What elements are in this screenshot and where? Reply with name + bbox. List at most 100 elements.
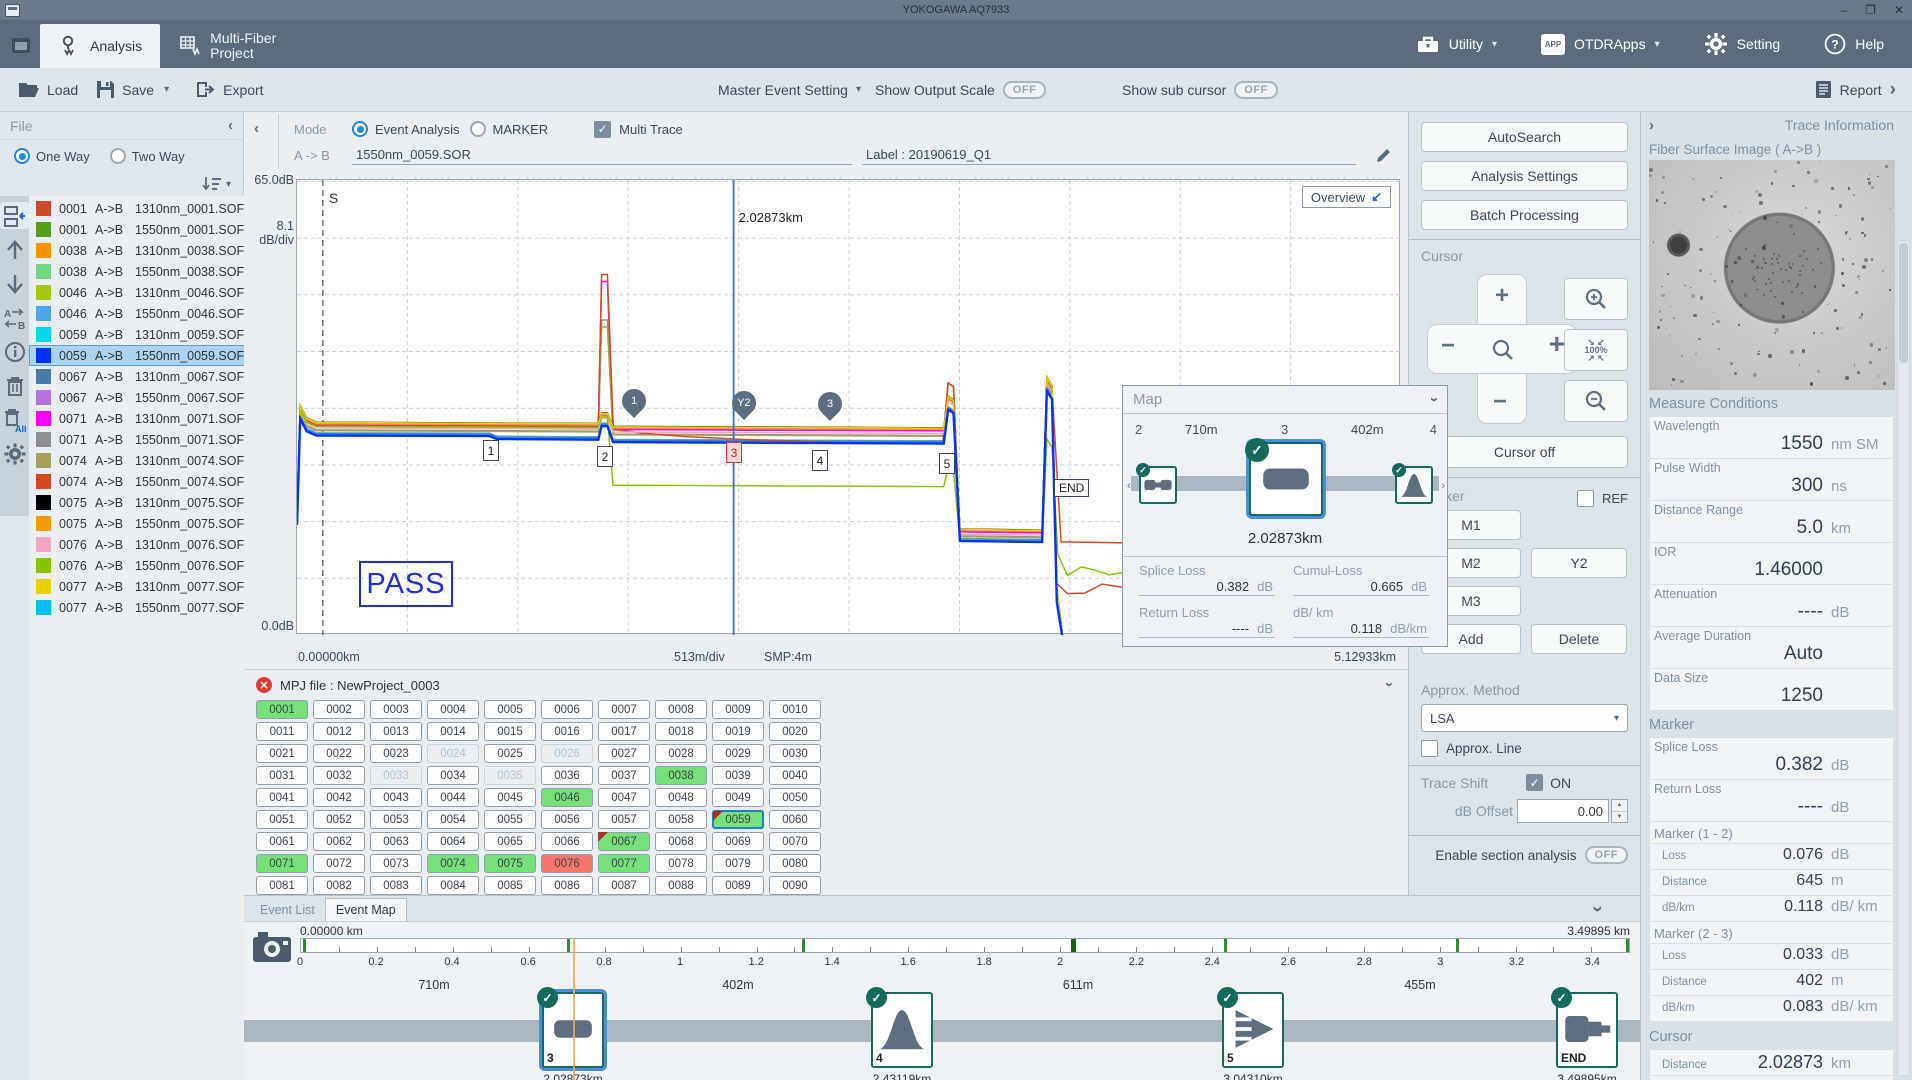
mpj-cell[interactable]: 0082 bbox=[313, 876, 365, 895]
mpj-cell[interactable]: 0084 bbox=[427, 876, 479, 895]
mpj-cell[interactable]: 0028 bbox=[655, 744, 707, 763]
info-icon[interactable] bbox=[0, 338, 29, 365]
mpj-cell[interactable]: 0079 bbox=[712, 854, 764, 873]
mpj-cell[interactable]: 0061 bbox=[256, 832, 308, 851]
file-list-item[interactable]: 0075A->B1310nm_0075.SOF bbox=[29, 492, 245, 513]
mpj-cell[interactable]: 0043 bbox=[370, 788, 422, 807]
mpj-cell[interactable]: 0063 bbox=[370, 832, 422, 851]
mpj-cell[interactable]: 0056 bbox=[541, 810, 593, 829]
file-list-item[interactable]: 0074A->B1310nm_0074.SOF bbox=[29, 450, 245, 471]
mpj-cell[interactable]: 0041 bbox=[256, 788, 308, 807]
mpj-cell[interactable]: 0033 bbox=[370, 766, 422, 785]
mpj-cell[interactable]: 0029 bbox=[712, 744, 764, 763]
map-collapse-icon[interactable]: › bbox=[1426, 397, 1443, 402]
sidebar-collapse-icon[interactable]: ‹ bbox=[228, 117, 233, 134]
tab-analysis[interactable]: Analysis bbox=[40, 24, 160, 68]
event-map-ruler[interactable] bbox=[300, 938, 1630, 953]
mpj-cell[interactable]: 0066 bbox=[541, 832, 593, 851]
mpj-cell[interactable]: 0018 bbox=[655, 722, 707, 741]
approx-line-checkbox[interactable]: Approx. Line bbox=[1421, 740, 1628, 757]
tab-multi-fiber-project[interactable]: Multi-FiberProject bbox=[160, 24, 294, 68]
mpj-cell[interactable]: 0046 bbox=[541, 788, 593, 807]
autosearch-button[interactable]: AutoSearch bbox=[1421, 122, 1628, 152]
mpj-cell[interactable]: 0049 bbox=[712, 788, 764, 807]
mpj-cell[interactable]: 0036 bbox=[541, 766, 593, 785]
file-list-item[interactable]: 0077A->B1310nm_0077.SOF bbox=[29, 576, 245, 597]
mpj-cell[interactable]: 0085 bbox=[484, 876, 536, 895]
export-button[interactable]: Export bbox=[195, 80, 263, 99]
mpj-cell[interactable]: 0023 bbox=[370, 744, 422, 763]
file-list-item[interactable]: 0071A->B1550nm_0071.SOF bbox=[29, 429, 245, 450]
file-list-item[interactable]: 0067A->B1550nm_0067.SOF bbox=[29, 387, 245, 408]
map-event-icon-splice-selected[interactable]: ✓ bbox=[1249, 442, 1323, 516]
move-up-icon[interactable] bbox=[0, 236, 29, 263]
camera-icon[interactable] bbox=[252, 930, 294, 964]
mpj-cell[interactable]: 0053 bbox=[370, 810, 422, 829]
file-list-item[interactable]: 0038A->B1550nm_0038.SOF bbox=[29, 261, 245, 282]
mpj-cell[interactable]: 0042 bbox=[313, 788, 365, 807]
db-offset-spinner[interactable]: ▲▼ bbox=[1611, 799, 1628, 823]
map-scroll-right-icon[interactable]: › bbox=[1441, 480, 1445, 492]
mpj-cell[interactable]: 0005 bbox=[484, 700, 536, 719]
mpj-cell[interactable]: 0040 bbox=[769, 766, 821, 785]
mpj-cell[interactable]: 0057 bbox=[598, 810, 650, 829]
mpj-cell[interactable]: 0008 bbox=[655, 700, 707, 719]
enable-section-analysis-toggle[interactable]: Enable section analysisOFF bbox=[1421, 846, 1628, 864]
trace-filename-field[interactable]: 1550nm_0059.SOR bbox=[352, 145, 852, 165]
mpj-cell[interactable]: 0009 bbox=[712, 700, 764, 719]
mpj-cell[interactable]: 0083 bbox=[370, 876, 422, 895]
close-icon[interactable]: ✕ bbox=[1894, 0, 1904, 20]
sort-icon[interactable] bbox=[202, 176, 222, 192]
analysis-settings-button[interactable]: Analysis Settings bbox=[1421, 161, 1628, 191]
mpj-cell[interactable]: 0076 bbox=[541, 854, 593, 873]
mpj-cell[interactable]: 0024 bbox=[427, 744, 479, 763]
file-list-item[interactable]: 0046A->B1550nm_0046.SOF bbox=[29, 303, 245, 324]
mpj-cell[interactable]: 0090 bbox=[769, 876, 821, 895]
info-panel-collapse-icon[interactable]: › bbox=[1649, 117, 1654, 134]
cursor-dpad[interactable]: + − + − bbox=[1427, 274, 1577, 424]
event-icon-end[interactable]: END✓ bbox=[1556, 992, 1618, 1068]
event-marker-4[interactable]: 4 bbox=[812, 450, 828, 471]
trace-label-field[interactable]: Label : 20190619_Q1 bbox=[862, 145, 1356, 165]
load-button[interactable]: Load bbox=[18, 81, 78, 99]
mpj-cell[interactable]: 0060 bbox=[769, 810, 821, 829]
chart-panel-collapse-icon[interactable]: ‹ bbox=[254, 120, 259, 137]
swap-ab-icon[interactable]: AB bbox=[0, 304, 29, 331]
mpj-cell[interactable]: 0031 bbox=[256, 766, 308, 785]
mpj-cell[interactable]: 0020 bbox=[769, 722, 821, 741]
mpj-cell[interactable]: 0019 bbox=[712, 722, 764, 741]
mpj-cell[interactable]: 0039 bbox=[712, 766, 764, 785]
cursor-off-button[interactable]: Cursor off bbox=[1421, 436, 1628, 468]
multi-trace-checkbox[interactable]: ✓Multi Trace bbox=[594, 121, 683, 138]
db-offset-input[interactable]: 0.00 bbox=[1517, 799, 1609, 823]
mpj-cell[interactable]: 0027 bbox=[598, 744, 650, 763]
mpj-cell[interactable]: 0073 bbox=[370, 854, 422, 873]
mpj-cell[interactable]: 0013 bbox=[370, 722, 422, 741]
file-list-item[interactable]: 0075A->B1550nm_0075.SOF bbox=[29, 513, 245, 534]
master-event-setting-button[interactable]: Master Event Setting▾ bbox=[718, 82, 861, 98]
mpj-cell[interactable]: 0074 bbox=[427, 854, 479, 873]
zoom-100-button[interactable]: ↘ ↙100%↗ ↖ bbox=[1564, 329, 1628, 371]
mpj-cell[interactable]: 0014 bbox=[427, 722, 479, 741]
mpj-cell[interactable]: 0070 bbox=[769, 832, 821, 851]
zoom-out-button[interactable] bbox=[1564, 380, 1628, 422]
mpj-cell[interactable]: 0032 bbox=[313, 766, 365, 785]
restore-icon[interactable]: ❐ bbox=[1865, 0, 1876, 20]
show-output-scale-toggle[interactable]: Show Output ScaleOFF bbox=[875, 81, 1046, 99]
mpj-cell[interactable]: 0051 bbox=[256, 810, 308, 829]
tab-event-map[interactable]: Event Map bbox=[325, 898, 407, 921]
cursor-down-minus-icon[interactable]: − bbox=[1493, 392, 1507, 412]
mpj-cell[interactable]: 0030 bbox=[769, 744, 821, 763]
mpj-cell[interactable]: 0022 bbox=[313, 744, 365, 763]
map-scroll-left-icon[interactable]: ‹ bbox=[1127, 480, 1131, 492]
save-button[interactable]: Save bbox=[96, 80, 154, 99]
marker-y2-button[interactable]: Y2 bbox=[1531, 548, 1627, 578]
mpj-cell[interactable]: 0081 bbox=[256, 876, 308, 895]
event-marker-3[interactable]: 3 bbox=[726, 442, 742, 463]
menu-help[interactable]: ? Help bbox=[1824, 33, 1884, 55]
mpj-cell[interactable]: 0047 bbox=[598, 788, 650, 807]
mpj-cell[interactable]: 0050 bbox=[769, 788, 821, 807]
mpj-cell[interactable]: 0034 bbox=[427, 766, 479, 785]
mpj-cell[interactable]: 0071 bbox=[256, 854, 308, 873]
info-scrollbar[interactable] bbox=[1897, 240, 1910, 1076]
